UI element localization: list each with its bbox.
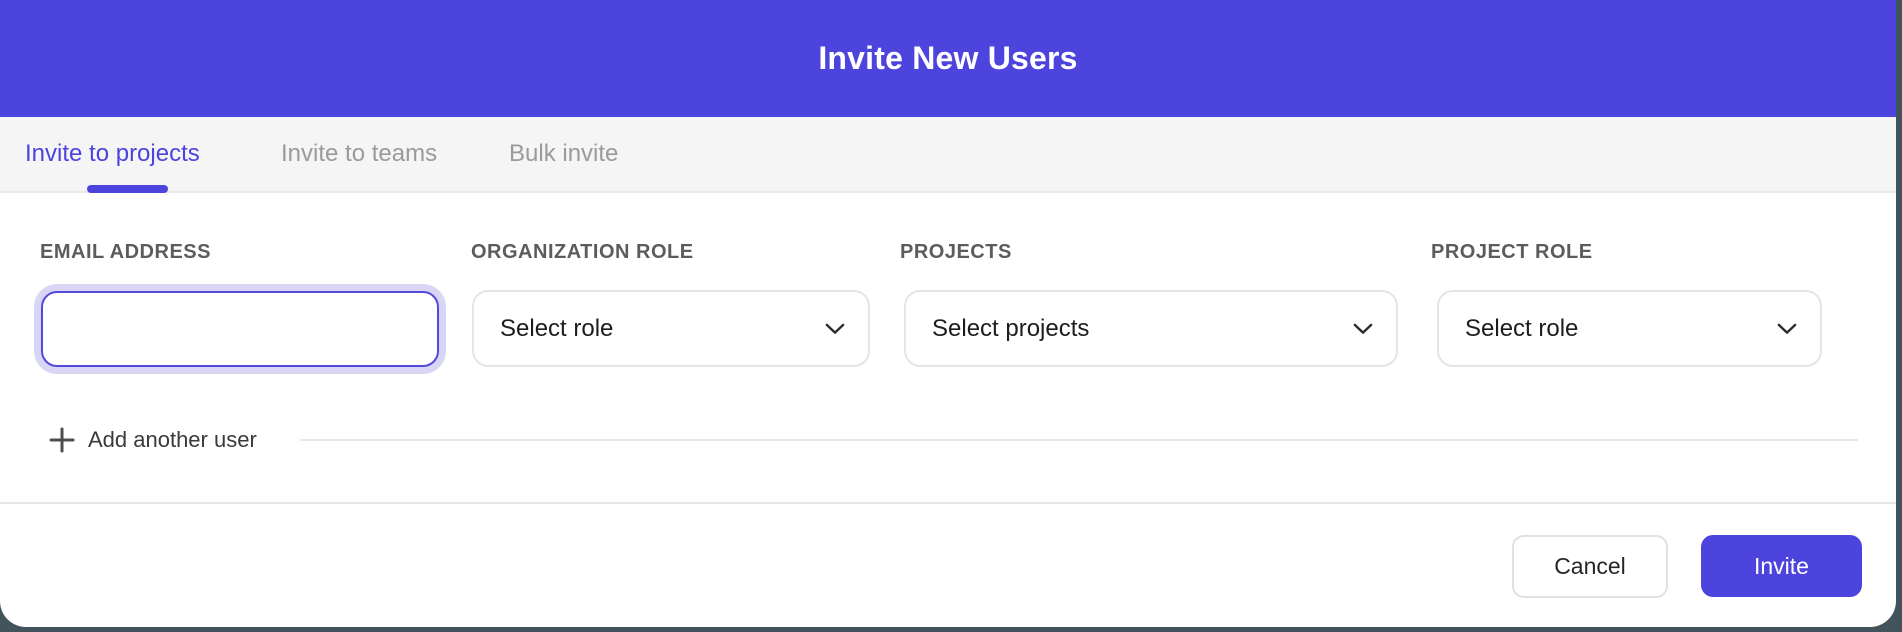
email-address-input[interactable] (41, 291, 439, 367)
add-another-user-label: Add another user (88, 427, 257, 453)
invite-button[interactable]: Invite (1701, 535, 1862, 597)
tab-bulk-invite[interactable]: Bulk invite (509, 117, 618, 191)
organization-role-select[interactable]: Select role (472, 290, 870, 367)
add-another-user-button[interactable]: Add another user (49, 424, 257, 456)
organization-role-select-value: Select role (500, 315, 613, 343)
project-role-label: PROJECT ROLE (1431, 241, 1593, 264)
organization-role-label: ORGANIZATION ROLE (471, 241, 694, 264)
projects-label: PROJECTS (900, 241, 1012, 264)
tab-bar: Invite to projects Invite to teams Bulk … (0, 117, 1896, 193)
tab-invite-to-projects[interactable]: Invite to projects (25, 117, 200, 191)
project-role-select-value: Select role (1465, 315, 1578, 343)
divider (300, 439, 1858, 441)
tab-invite-to-teams[interactable]: Invite to teams (281, 117, 437, 191)
project-role-select[interactable]: Select role (1437, 290, 1822, 367)
projects-select-value: Select projects (932, 315, 1089, 343)
chevron-down-icon (1777, 323, 1797, 335)
chevron-down-icon (1353, 323, 1373, 335)
dialog-title: Invite New Users (0, 0, 1896, 117)
dialog-header: Invite New Users (0, 0, 1896, 117)
invite-dialog: Invite New Users Invite to projects Invi… (0, 0, 1896, 627)
email-address-label: EMAIL ADDRESS (40, 241, 211, 264)
cancel-button[interactable]: Cancel (1512, 535, 1668, 598)
chevron-down-icon (825, 323, 845, 335)
footer-divider (0, 502, 1896, 504)
plus-icon (49, 427, 75, 453)
projects-select[interactable]: Select projects (904, 290, 1398, 367)
active-tab-indicator (87, 185, 168, 193)
